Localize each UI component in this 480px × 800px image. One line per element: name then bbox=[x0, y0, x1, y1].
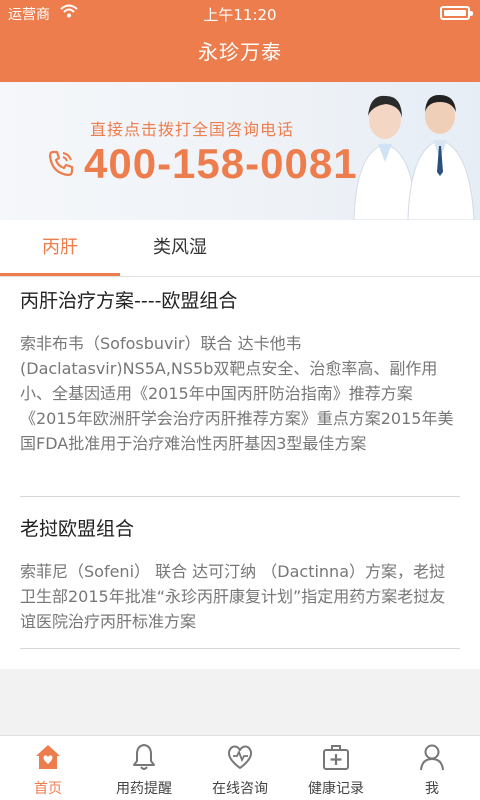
divider bbox=[20, 496, 460, 497]
nav-medication-reminder[interactable]: 用药提醒 bbox=[96, 736, 192, 800]
nav-online-consult-label: 在线咨询 bbox=[212, 781, 268, 797]
active-tab-indicator bbox=[0, 273, 120, 276]
nav-me[interactable]: 我 bbox=[384, 736, 480, 800]
article-title: 老挝欧盟组合 bbox=[20, 518, 135, 540]
article-item[interactable]: 老挝欧盟组合 索菲尼（Sofeni） 联合 达可汀纳 （Dactinna）方案，… bbox=[20, 515, 460, 634]
tab-hepatitis-c[interactable]: 丙肝 bbox=[0, 220, 120, 277]
article-title: 丙肝治疗方案----欧盟组合 bbox=[20, 290, 238, 312]
nav-health-records-label: 健康记录 bbox=[308, 781, 364, 797]
bell-icon bbox=[133, 744, 155, 770]
bottom-nav: 首页 用药提醒 在线咨询 健康记录 我 bbox=[0, 735, 480, 800]
nav-online-consult[interactable]: 在线咨询 bbox=[192, 736, 288, 800]
nav-home[interactable]: 首页 bbox=[0, 736, 96, 800]
nav-health-records[interactable]: 健康记录 bbox=[288, 736, 384, 800]
doctors-image bbox=[353, 94, 475, 220]
home-heart-icon bbox=[36, 745, 60, 769]
nav-home-label: 首页 bbox=[34, 781, 62, 797]
app-title: 永珍万泰 bbox=[198, 40, 282, 64]
phone-icon bbox=[48, 150, 74, 177]
article-body: 索菲尼（Sofeni） 联合 达可汀纳 （Dactinna）方案，老挝卫生部20… bbox=[20, 562, 446, 631]
banner-phone-number[interactable]: 400-158-0081 bbox=[84, 140, 358, 188]
nav-me-label: 我 bbox=[425, 781, 439, 797]
divider bbox=[20, 648, 460, 649]
nav-medication-reminder-label: 用药提醒 bbox=[116, 781, 172, 797]
call-banner[interactable]: 直接点击拨打全国咨询电话 400-158-0081 bbox=[0, 82, 480, 220]
medical-kit-icon bbox=[323, 745, 349, 770]
user-icon bbox=[420, 744, 444, 771]
status-time: 上午11:20 bbox=[203, 6, 277, 24]
article-list: 丙肝治疗方案----欧盟组合 索非布韦（Sofosbuvir）联合 达卡他韦(D… bbox=[0, 277, 480, 669]
banner-cta-text: 直接点击拨打全国咨询电话 bbox=[90, 120, 295, 139]
category-tabs: 丙肝 类风湿 bbox=[0, 220, 480, 277]
top-bar: 运营商 上午11:20 永珍万泰 bbox=[0, 0, 480, 82]
battery-icon bbox=[440, 6, 473, 20]
article-body: 索非布韦（Sofosbuvir）联合 达卡他韦(Daclatasvir)NS5A… bbox=[20, 334, 454, 453]
status-bar: 运营商 上午11:20 bbox=[0, 0, 480, 26]
heart-stethoscope-icon bbox=[227, 745, 253, 769]
tab-rheumatoid[interactable]: 类风湿 bbox=[120, 220, 240, 277]
article-item[interactable]: 丙肝治疗方案----欧盟组合 索非布韦（Sofosbuvir）联合 达卡他韦(D… bbox=[20, 287, 460, 456]
